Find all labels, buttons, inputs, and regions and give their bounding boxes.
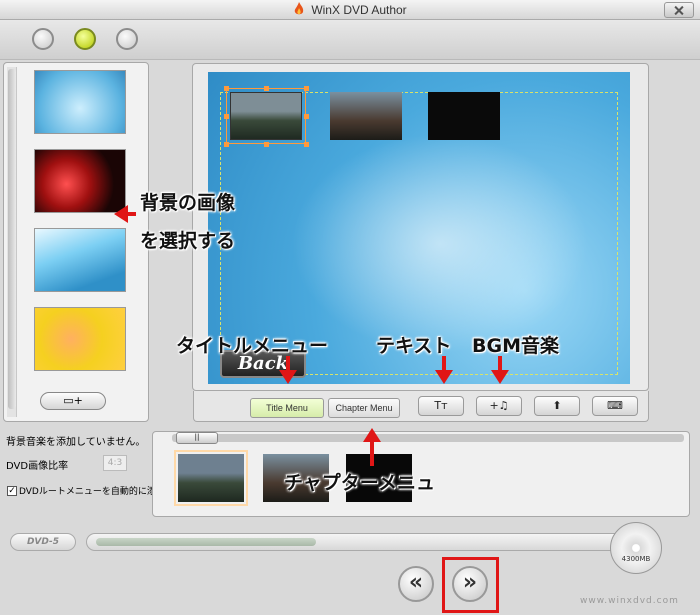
annotation-title-menu: タイトルメニュー [176,335,329,357]
annotation-bg-image-2: を選択する [140,230,236,252]
resize-handle[interactable] [224,142,229,147]
next-highlight-box [442,557,499,613]
step-2-button[interactable] [74,28,96,50]
app-logo-icon [295,2,304,15]
resize-handle[interactable] [304,142,309,147]
title-thumbnail-2[interactable] [330,92,402,140]
keyboard-button[interactable]: ⌨ [592,396,638,416]
annotation-bg-image-1: 背景の画像 [140,192,236,214]
watermark: www.winxdvd.com [580,596,679,606]
resize-handle[interactable] [224,114,229,119]
ratio-label: DVD画像比率 [6,461,69,472]
annotation-chapter-menu: チャプターメニュ [284,472,436,494]
add-bgm-button[interactable]: +♫ [476,396,522,416]
disc-size: 4300MB [621,555,651,563]
title-bar: WinX DVD Author [0,0,700,20]
step-3-button[interactable] [116,28,138,50]
tab-title-menu[interactable]: Title Menu [250,398,324,418]
scrollbar-thumb[interactable] [8,69,16,409]
previous-button[interactable]: « [398,566,434,602]
background-thumbnail-3[interactable] [34,228,126,292]
capacity-fill [96,538,316,546]
window-title-text: WinX DVD Author [311,3,407,17]
background-thumbnail-2[interactable] [34,149,126,213]
move-up-button[interactable]: ⬆ [534,396,580,416]
close-button[interactable] [664,2,694,18]
toolbar [0,20,700,60]
auto-menu-checkbox[interactable]: ✓ [7,486,17,496]
background-thumbnail-1[interactable] [34,70,126,134]
disc-icon [610,522,662,574]
background-thumbnail-4[interactable] [34,307,126,371]
resize-handle[interactable] [304,86,309,91]
resize-handle[interactable] [224,86,229,91]
add-text-button[interactable]: Tт [418,396,464,416]
resize-handle[interactable] [264,86,269,91]
title-thumbnail-3[interactable] [428,92,500,140]
dvd-type-label[interactable]: DVD-5 [10,533,76,551]
tab-chapter-menu[interactable]: Chapter Menu [328,398,400,418]
annotation-bgm: BGM音楽 [472,335,559,357]
chapter-slider-knob[interactable]: || [176,432,218,444]
resize-handle[interactable] [264,142,269,147]
chapter-thumbnail-1[interactable] [174,450,248,506]
window-title: WinX DVD Author [0,2,700,17]
background-scrollbar[interactable] [7,67,17,417]
step-1-button[interactable] [32,28,54,50]
bgm-status-text: 背景音楽を添加していません。 [6,437,146,448]
annotation-text: テキスト [376,335,452,357]
add-background-button[interactable]: ▭+ [40,392,106,410]
selection-box[interactable] [226,88,306,144]
chapter-slider[interactable] [172,434,684,442]
resize-handle[interactable] [304,114,309,119]
ratio-select[interactable]: 4:3 [103,455,127,471]
